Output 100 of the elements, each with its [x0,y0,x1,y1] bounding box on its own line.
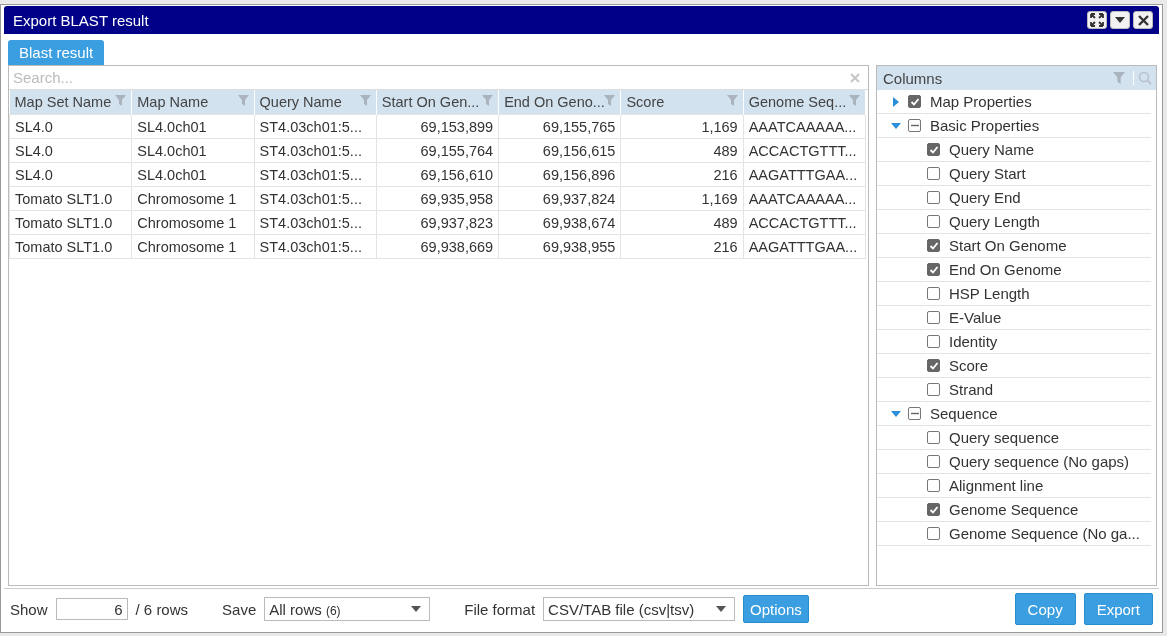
check-mark-icon [928,240,939,251]
save-label: Save [222,600,257,618]
checkbox[interactable] [927,287,940,300]
table-cell: Chromosome 1 [131,186,255,211]
checkbox[interactable] [927,431,940,444]
item-label: Query Start [949,165,1026,182]
tree-item[interactable]: HSP Length [877,282,1151,306]
table-cell: 69,156,615 [498,138,621,163]
table-cell: ST4.03ch01:5... [254,138,377,163]
table-cell: 69,156,610 [376,162,499,187]
item-label: HSP Length [949,285,1030,302]
table-cell: SL4.0ch01 [131,162,255,187]
item-label: Identity [949,333,998,350]
table-cell: Tomato SLT1.0 [9,210,132,235]
table-cell: ST4.03ch01:5... [254,234,377,259]
column-header[interactable]: Genome Seq... [743,90,866,115]
columns-title: Columns [883,69,944,87]
tree-item[interactable]: Strand [877,378,1151,402]
group-label: Map Properties [930,93,1032,110]
item-label: Query End [949,189,1021,206]
item-label: Strand [949,381,994,398]
tree-item[interactable]: Genome Sequence (No ga... [877,522,1151,546]
table-cell: 69,938,674 [498,210,621,235]
tree-group[interactable]: Basic Properties [877,114,1151,138]
table-cell: 216 [620,162,744,187]
tree-item[interactable]: End On Genome [877,258,1151,282]
checkbox[interactable] [927,455,940,468]
item-label: Alignment line [949,477,1044,494]
tree-group[interactable]: Map Properties [877,90,1151,114]
checkbox[interactable] [927,335,940,348]
expanded-arrow-icon[interactable] [891,408,901,419]
checkbox[interactable] [908,407,921,420]
close-button[interactable] [1133,11,1153,29]
table-cell: 69,937,824 [498,186,621,211]
save-dropdown[interactable]: All rows (6) [264,597,431,621]
expanded-arrow-icon[interactable] [891,120,901,131]
checkbox[interactable] [927,311,940,324]
tree-item[interactable]: Genome Sequence [877,498,1151,522]
tree-item[interactable]: Query Name [877,138,1151,162]
checkbox[interactable] [927,167,940,180]
tree-item[interactable]: Query Start [877,162,1151,186]
table-cell: ST4.03ch01:5... [254,114,377,139]
table-cell: SL4.0 [9,162,132,187]
checkbox[interactable] [927,215,940,228]
checkbox[interactable] [927,359,940,372]
table-cell: Chromosome 1 [131,234,255,259]
table-cell: AAATCAAAAA... [743,114,866,139]
search-field[interactable]: Search... [9,66,868,90]
rows-input[interactable]: 6 [55,598,128,620]
item-label: Query Name [949,141,1035,158]
group-label: Basic Properties [930,117,1040,134]
tree-item[interactable]: Score [877,354,1151,378]
checkbox[interactable] [927,191,940,204]
minus-icon [910,124,919,127]
maximize-button[interactable] [1087,11,1107,29]
checkbox[interactable] [927,503,940,516]
column-header[interactable]: End On Geno... [498,90,621,115]
tree-group[interactable]: Sequence [877,402,1151,426]
checkbox[interactable] [927,239,940,252]
tree-item[interactable]: Query sequence [877,426,1151,450]
tree-item[interactable]: Query Length [877,210,1151,234]
item-label: Genome Sequence (No ga... [949,525,1140,542]
tree-item[interactable]: E-Value [877,306,1151,330]
column-header[interactable]: Query Name [254,90,377,115]
table-cell: SL4.0 [9,138,132,163]
check-mark-icon [928,264,939,275]
column-header[interactable]: Map Name [131,90,255,115]
table-cell: 69,155,764 [376,138,499,163]
table-cell: 216 [620,234,744,259]
table-cell: 489 [620,138,744,163]
checkbox[interactable] [927,143,940,156]
table-cell: Tomato SLT1.0 [9,186,132,211]
checkbox[interactable] [927,263,940,276]
rows-count: / 6 rows [135,600,189,618]
table-cell: ACCACTGTTT... [743,210,866,235]
table-cell: 489 [620,210,744,235]
column-header[interactable]: Score [620,90,744,115]
item-label: Query Length [949,213,1040,230]
table-cell: SL4.0ch01 [131,114,255,139]
check-mark-icon [928,360,939,371]
checkbox[interactable] [927,527,940,540]
dropdown-button[interactable] [1110,11,1130,29]
tree-item[interactable]: Query End [877,186,1151,210]
column-header[interactable]: Map Set Name [9,90,132,115]
checkbox[interactable] [908,119,921,132]
expand-arrows-icon [1090,13,1104,27]
table-cell: ST4.03ch01:5... [254,162,377,187]
tree-item[interactable]: Start On Genome [877,234,1151,258]
checkbox[interactable] [927,383,940,396]
file-format-dropdown[interactable]: CSV/TAB file (csv|tsv) [543,597,736,621]
tree-item[interactable]: Identity [877,330,1151,354]
checkbox[interactable] [908,95,921,108]
tree-item[interactable]: Query sequence (No gaps) [877,450,1151,474]
tree-item[interactable]: Alignment line [877,474,1151,498]
column-header[interactable]: Start On Gen... [376,90,499,115]
checkbox[interactable] [927,479,940,492]
table-cell: Chromosome 1 [131,210,255,235]
table-cell: 69,155,765 [498,114,621,139]
collapsed-arrow-icon[interactable] [891,96,901,107]
group-label: Sequence [930,405,998,422]
